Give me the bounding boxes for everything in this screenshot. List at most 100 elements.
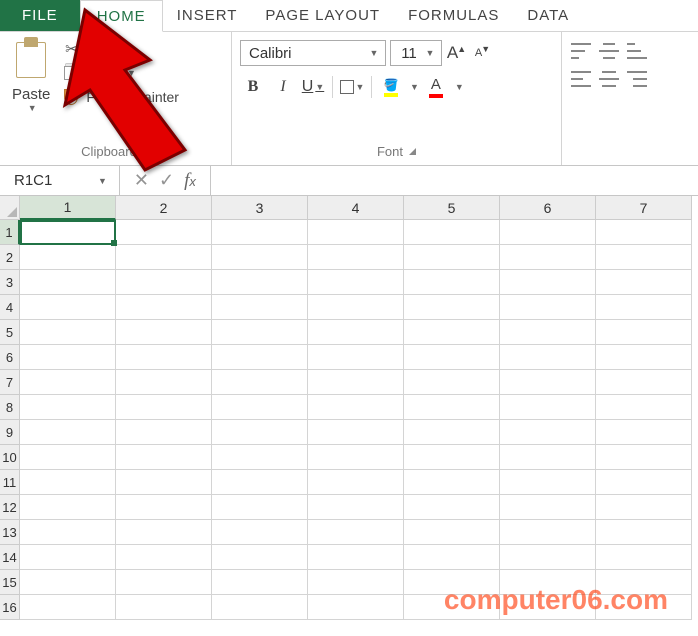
cell[interactable] (596, 345, 692, 370)
cell[interactable] (212, 295, 308, 320)
column-header[interactable]: 2 (116, 196, 212, 220)
cell[interactable] (308, 295, 404, 320)
row-header[interactable]: 6 (0, 345, 20, 370)
cell[interactable] (116, 445, 212, 470)
cell[interactable] (308, 395, 404, 420)
clipboard-launcher-icon[interactable] (143, 148, 150, 155)
row-header[interactable]: 15 (0, 570, 20, 595)
row-header[interactable]: 7 (0, 370, 20, 395)
cell[interactable] (308, 270, 404, 295)
cell[interactable] (500, 470, 596, 495)
cell[interactable] (308, 545, 404, 570)
cell[interactable] (596, 420, 692, 445)
cell[interactable] (500, 245, 596, 270)
cell[interactable] (308, 520, 404, 545)
cell[interactable] (308, 420, 404, 445)
insert-function-icon[interactable]: fx (184, 170, 196, 192)
cell[interactable] (308, 320, 404, 345)
cell[interactable] (500, 570, 596, 595)
cell[interactable] (116, 345, 212, 370)
cell[interactable] (20, 545, 116, 570)
column-header[interactable]: 4 (308, 196, 404, 220)
align-middle-button[interactable] (598, 42, 620, 60)
cell[interactable] (596, 520, 692, 545)
cell[interactable] (596, 470, 692, 495)
tab-page-layout[interactable]: PAGE LAYOUT (251, 0, 394, 31)
cell[interactable] (20, 220, 116, 245)
name-box-dropdown-icon[interactable]: ▼ (92, 176, 113, 186)
align-top-button[interactable] (570, 42, 592, 60)
align-bottom-button[interactable] (626, 42, 648, 60)
cell[interactable] (212, 570, 308, 595)
cell[interactable] (596, 220, 692, 245)
row-header[interactable]: 5 (0, 320, 20, 345)
cell[interactable] (404, 495, 500, 520)
cell[interactable] (404, 470, 500, 495)
cell[interactable] (308, 495, 404, 520)
row-header[interactable]: 12 (0, 495, 20, 520)
cell[interactable] (20, 520, 116, 545)
cell[interactable] (116, 545, 212, 570)
cell[interactable] (20, 420, 116, 445)
grow-font-button[interactable]: A▲ (446, 42, 468, 64)
cell[interactable] (116, 320, 212, 345)
cell[interactable] (596, 320, 692, 345)
cell[interactable] (116, 420, 212, 445)
cell[interactable] (308, 220, 404, 245)
font-size-dropdown-icon[interactable]: ▼ (423, 48, 437, 58)
row-header[interactable]: 16 (0, 595, 20, 620)
cell[interactable] (404, 395, 500, 420)
cell[interactable] (500, 545, 596, 570)
cell[interactable] (20, 270, 116, 295)
cell[interactable] (404, 595, 500, 620)
cell[interactable] (596, 570, 692, 595)
cell[interactable] (212, 370, 308, 395)
tab-home[interactable]: HOME (80, 0, 163, 32)
cell[interactable] (20, 595, 116, 620)
cell[interactable] (116, 245, 212, 270)
cell[interactable] (308, 345, 404, 370)
cell[interactable] (500, 295, 596, 320)
font-size-combo[interactable]: 11 ▼ (390, 40, 442, 66)
column-header[interactable]: 5 (404, 196, 500, 220)
cell[interactable] (596, 295, 692, 320)
cell[interactable] (500, 395, 596, 420)
cell[interactable] (500, 220, 596, 245)
cell[interactable] (212, 445, 308, 470)
cell[interactable] (116, 495, 212, 520)
cell[interactable] (212, 345, 308, 370)
copy-button[interactable]: Copy ▼ (62, 64, 179, 82)
row-header[interactable]: 10 (0, 445, 20, 470)
cell[interactable] (308, 570, 404, 595)
cell[interactable] (404, 520, 500, 545)
cell[interactable] (596, 245, 692, 270)
cell[interactable] (596, 495, 692, 520)
cell[interactable] (404, 370, 500, 395)
tab-formulas[interactable]: FORMULAS (394, 0, 513, 31)
font-name-combo[interactable]: Calibri ▼ (240, 40, 386, 66)
row-header[interactable]: 14 (0, 545, 20, 570)
font-color-button[interactable]: A (423, 74, 449, 100)
cell[interactable] (404, 420, 500, 445)
cell[interactable] (116, 220, 212, 245)
cell[interactable] (212, 270, 308, 295)
cell[interactable] (20, 570, 116, 595)
row-header[interactable]: 13 (0, 520, 20, 545)
cell[interactable] (212, 320, 308, 345)
cell[interactable] (116, 395, 212, 420)
tab-file[interactable]: FILE (0, 0, 80, 31)
cell[interactable] (20, 370, 116, 395)
align-center-button[interactable] (598, 70, 620, 88)
cell[interactable] (20, 470, 116, 495)
align-right-button[interactable] (626, 70, 648, 88)
cell[interactable] (596, 395, 692, 420)
cell[interactable] (20, 445, 116, 470)
enter-formula-icon[interactable]: ✓ (159, 170, 174, 191)
cell[interactable] (500, 345, 596, 370)
column-header[interactable]: 6 (500, 196, 596, 220)
cell[interactable] (404, 445, 500, 470)
cell[interactable] (212, 520, 308, 545)
tab-data[interactable]: DATA (513, 0, 583, 31)
fill-color-button[interactable]: 🪣 (378, 74, 404, 100)
cell[interactable] (20, 320, 116, 345)
